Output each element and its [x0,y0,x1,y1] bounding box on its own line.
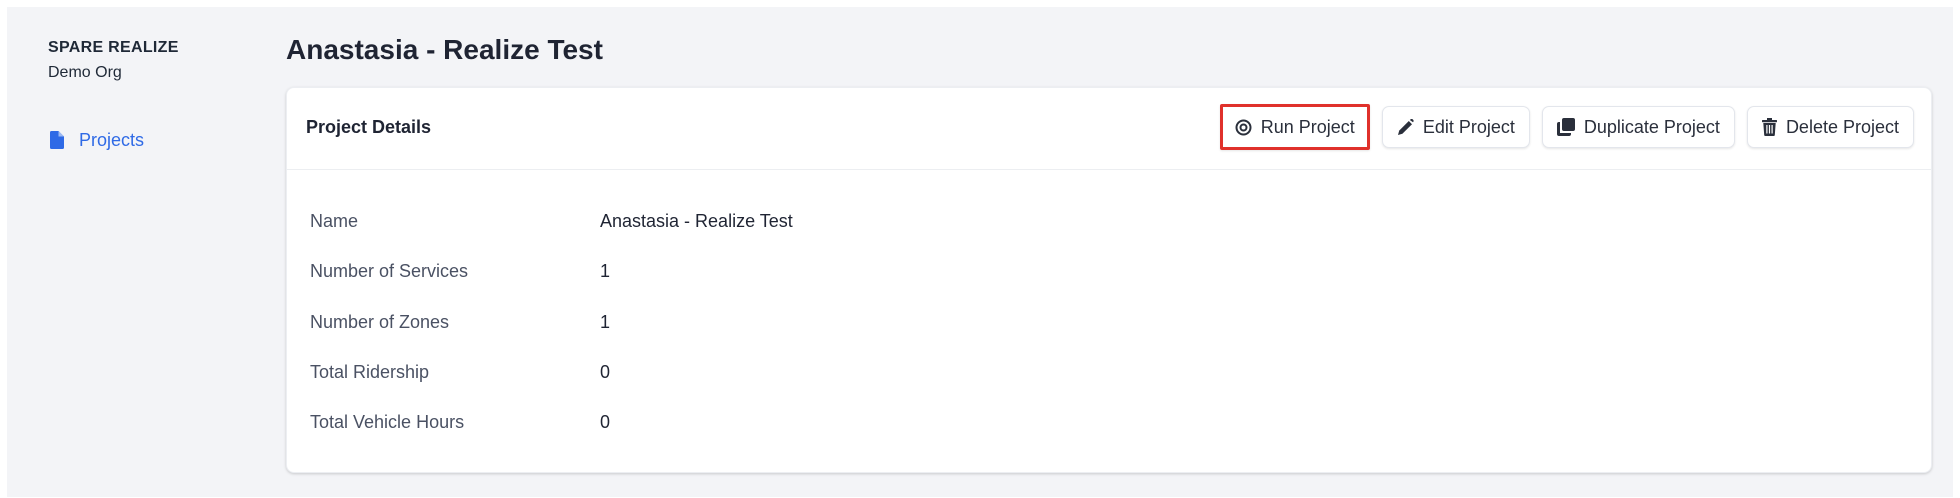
detail-value: 1 [600,261,611,281]
detail-value: Anastasia - Realize Test [600,211,793,231]
delete-project-button[interactable]: Delete Project [1746,106,1914,148]
delete-project-label: Delete Project [1785,116,1899,137]
pencil-icon [1397,118,1414,136]
detail-row-name: Name Anastasia - Realize Test [310,211,1010,235]
action-toolbar: Run Project Edit Project Duplicate Proje… [1219,104,1914,150]
file-icon [50,131,64,149]
detail-value: 0 [600,362,611,382]
sidebar-item-label: Projects [79,129,145,150]
duplicate-project-button[interactable]: Duplicate Project [1541,106,1735,148]
org-subtitle: Demo Org [48,64,122,81]
copy-icon [1556,118,1575,136]
run-project-label: Run Project [1260,116,1355,137]
page-title: Anastasia - Realize Test [286,34,603,65]
detail-label: Number of Services [310,261,469,281]
detail-row-zones: Number of Zones 1 [310,312,1010,336]
detail-label: Number of Zones [310,312,450,332]
detail-row-ridership: Total Ridership 0 [310,362,1010,386]
card-header: Project Details Run Project Edit Project… [287,88,1931,170]
duplicate-project-label: Duplicate Project [1583,116,1720,137]
detail-label: Name [310,211,359,231]
project-details-card: Project Details Run Project Edit Project… [286,87,1932,473]
target-icon [1235,119,1252,136]
app-frame: SPARE REALIZE Demo Org Projects Anastasi… [7,7,1953,497]
detail-label: Total Vehicle Hours [310,412,465,432]
edit-project-label: Edit Project [1422,116,1515,137]
detail-row-vehicle-hours: Total Vehicle Hours 0 [310,412,1010,436]
sidebar-item-projects[interactable]: Projects [50,125,144,155]
org-name: SPARE REALIZE [48,39,179,56]
sidebar: SPARE REALIZE Demo Org Projects [7,7,277,497]
detail-value: 0 [600,412,611,432]
edit-project-button[interactable]: Edit Project [1381,106,1530,148]
detail-row-services: Number of Services 1 [310,261,1010,285]
detail-value: 1 [600,312,611,332]
trash-icon [1761,118,1777,136]
card-title: Project Details [306,117,432,137]
run-project-button[interactable]: Run Project [1219,104,1370,150]
detail-label: Total Ridership [310,362,430,382]
